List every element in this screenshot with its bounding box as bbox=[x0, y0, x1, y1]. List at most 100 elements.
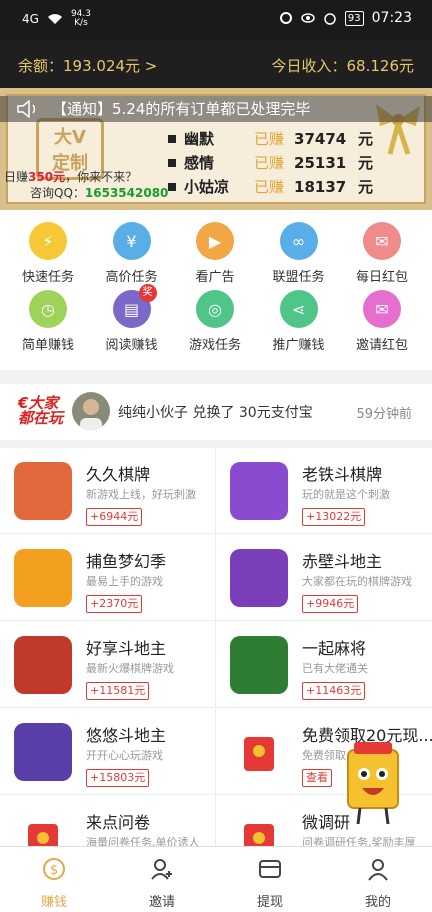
bottom-tab-bar: $ 赚钱 邀请 提现 我的 bbox=[0, 846, 432, 912]
promo-line-1: 日赚350元，你来不来？ bbox=[4, 168, 137, 185]
speaker-icon bbox=[17, 100, 36, 118]
game-card[interactable]: 悠悠斗地主 开开心心玩游戏 +15803元 bbox=[0, 709, 216, 795]
gamepad-icon: ◎ bbox=[196, 290, 234, 328]
game-desc: 问卷调研任务,奖励丰厚 bbox=[302, 836, 416, 846]
earner-amount: 18137 bbox=[294, 177, 347, 196]
svg-text:$: $ bbox=[50, 863, 58, 878]
earner-unit: 元 bbox=[358, 178, 374, 196]
red-packet-mascot-icon[interactable] bbox=[342, 740, 404, 826]
game-desc: 最新火爆棋牌游戏 bbox=[86, 662, 174, 675]
game-desc: 新游戏上线，好玩刺激 bbox=[86, 488, 196, 501]
reward-tag: +11581元 bbox=[86, 682, 150, 700]
grid-item-label: 游戏任务 bbox=[188, 338, 241, 353]
signal-indicator: 4G bbox=[22, 12, 39, 26]
tab-wallet[interactable]: 提现 bbox=[216, 857, 324, 910]
reward-tag: +6944元 bbox=[86, 508, 143, 526]
grid-item[interactable]: ∞ 联盟任务 bbox=[259, 222, 339, 285]
balance-link[interactable]: 余额：193.024元 > bbox=[18, 55, 157, 76]
reward-tag: +15803元 bbox=[86, 769, 150, 787]
game-title: 捕鱼梦幻季 bbox=[86, 552, 167, 571]
link-nodes-icon: ∞ bbox=[279, 222, 318, 260]
envelope-icon: ✉ bbox=[363, 290, 401, 328]
book-icon: ▤ 奖 bbox=[112, 284, 157, 328]
earner-amount: 37474 bbox=[294, 129, 347, 148]
promo-line-2: 咨询QQ：1653542080 bbox=[30, 184, 168, 201]
game-card[interactable]: 来点问卷 海量问卷任务,单价诱人 bbox=[0, 796, 216, 846]
game-icon bbox=[230, 636, 288, 694]
earner-row: 小姑凉 已赚 18137 元 bbox=[168, 176, 373, 197]
tab-add-user[interactable]: 邀请 bbox=[108, 857, 216, 910]
grid-item[interactable]: ⋖ 推广赚钱 bbox=[259, 290, 339, 353]
earner-amount: 25131 bbox=[294, 153, 347, 172]
grid-item-label: 推广赚钱 bbox=[272, 338, 325, 353]
game-icon bbox=[14, 810, 72, 846]
grid-item-label: 快速任务 bbox=[21, 270, 74, 285]
grid-item[interactable]: ◎ 游戏任务 bbox=[175, 290, 255, 353]
game-card[interactable]: 久久棋牌新游戏上线，好玩刺激 +6944元 bbox=[0, 448, 216, 534]
today-income: 今日收入：68.126元 bbox=[271, 57, 415, 75]
promo-amount: 350元 bbox=[28, 170, 66, 184]
game-card[interactable]: 一起麻将已有大佬通关 +11463元 bbox=[216, 622, 432, 708]
reward-tag: +2370元 bbox=[86, 595, 143, 613]
grid-item[interactable]: ✉ 邀请红包 bbox=[342, 290, 422, 353]
wallet-icon bbox=[259, 860, 281, 878]
reward-tag: +11463元 bbox=[302, 682, 366, 700]
grid-item-label: 看广告 bbox=[195, 270, 235, 285]
grid-item-label: 阅读赚钱 bbox=[105, 338, 158, 353]
feature-grid: ⚡ 快速任务 ¥ 高价任务 ▶ 看广告 ∞ 联盟任务 ✉ 每日红包 ◷ 简单赚钱 ▤ 奖阅读赚钱 ◎ 游戏任务… bbox=[0, 210, 432, 370]
wifi-icon bbox=[47, 14, 62, 24]
status-time: 07:23 bbox=[371, 10, 412, 26]
notice-bar[interactable]: 【通知】5.24的所有订单都已处理完毕 bbox=[0, 96, 432, 122]
grid-item[interactable]: ⚡ 快速任务 bbox=[8, 222, 88, 285]
net-speed-unit: K/s bbox=[74, 18, 88, 28]
avatar bbox=[72, 392, 110, 430]
grid-item-label: 简单赚钱 bbox=[21, 338, 74, 353]
ticker-text: 纯纯小伙子 兑换了 30元支付宝 bbox=[118, 405, 313, 421]
game-title: 一起麻将 bbox=[302, 639, 367, 658]
reward-tag: 查看 bbox=[302, 769, 332, 787]
ticker-logo: €大家 都在玩 bbox=[18, 396, 63, 426]
tab-label: 提现 bbox=[256, 895, 283, 910]
battery-level: 93 bbox=[344, 10, 364, 26]
clock-icon: ◷ bbox=[29, 290, 67, 328]
promo-pre: 日赚 bbox=[4, 170, 29, 184]
game-desc: 已有大佬通关 bbox=[302, 662, 368, 675]
earner-label: 已赚 bbox=[254, 130, 285, 148]
game-card[interactable]: 好享斗地主最新火爆棋牌游戏 +11581元 bbox=[0, 622, 216, 708]
red-packet-icon: ✉ bbox=[363, 222, 401, 260]
game-icon bbox=[14, 549, 72, 607]
game-title: 来点问卷 bbox=[86, 813, 151, 832]
game-icon bbox=[230, 462, 288, 520]
grid-item[interactable]: ▶ 看广告 bbox=[175, 222, 255, 285]
game-card[interactable]: 捕鱼梦幻季 最易上手的游戏 +2370元 bbox=[0, 535, 216, 621]
tab-user[interactable]: 我的 bbox=[324, 857, 432, 910]
tab-coin[interactable]: $ 赚钱 bbox=[0, 857, 108, 910]
game-icon bbox=[230, 723, 288, 781]
activity-ticker: €大家 都在玩 纯纯小伙子 兑换了 30元支付宝 59分钟前 bbox=[0, 384, 432, 440]
share-icon: ⋖ bbox=[279, 290, 318, 328]
lightning-icon: ⚡ bbox=[29, 222, 67, 260]
alarm-icon bbox=[324, 13, 336, 25]
earner-label: 已赚 bbox=[254, 154, 285, 172]
game-card[interactable]: 老铁斗棋牌 玩的就是这个刺激 +13022元 bbox=[216, 448, 432, 534]
game-desc: 玩的就是这个刺激 bbox=[302, 488, 390, 501]
grid-item[interactable]: ✉ 每日红包 bbox=[342, 222, 422, 285]
add-user-icon bbox=[151, 859, 172, 880]
earner-name: 幽默 bbox=[184, 130, 215, 148]
game-title: 好享斗地主 bbox=[86, 639, 167, 658]
game-icon bbox=[230, 549, 288, 607]
reward-tag: +13022元 bbox=[302, 508, 366, 526]
game-title: 久久棋牌 bbox=[86, 465, 151, 484]
game-card[interactable]: 赤壁斗地主 大家都在玩的棋牌游戏 +9946元 bbox=[216, 535, 432, 621]
game-desc: 免费领取 bbox=[302, 749, 346, 762]
grid-item[interactable]: ▤ 奖阅读赚钱 bbox=[92, 284, 172, 353]
money-jar-icon: ¥ bbox=[112, 222, 151, 260]
coin-icon: $ bbox=[43, 858, 65, 880]
grid-item[interactable]: ◷ 简单赚钱 bbox=[8, 290, 88, 353]
grid-item[interactable]: ¥ 高价任务 bbox=[92, 222, 172, 285]
balance-header: 余额：193.024元 > 今日收入：68.126元 bbox=[0, 40, 432, 88]
ticker-logo-line2: 都在玩 bbox=[18, 409, 64, 427]
game-title: 赤壁斗地主 bbox=[302, 552, 383, 571]
earner-row: 幽默 已赚 37474 元 bbox=[168, 128, 373, 149]
earner-name: 小姑凉 bbox=[184, 178, 230, 196]
